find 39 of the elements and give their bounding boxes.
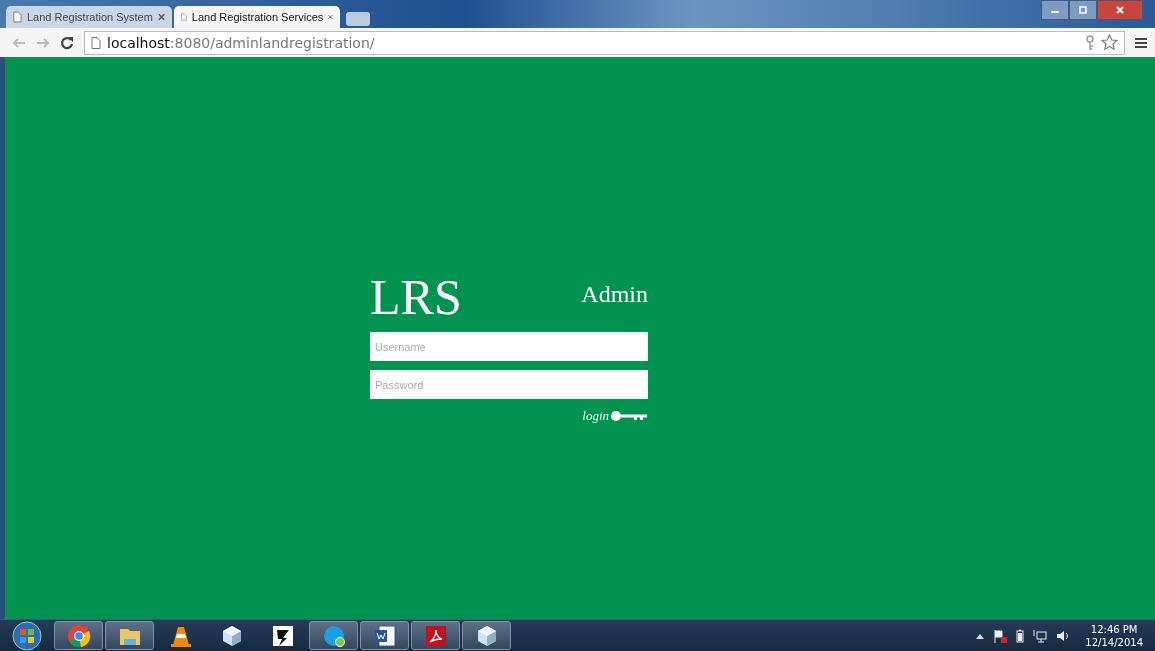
menu-icon[interactable]: [1135, 36, 1147, 49]
password-field[interactable]: Password: [370, 370, 648, 399]
taskbar-app[interactable]: [360, 621, 409, 650]
browser-tab[interactable]: Land Registration Services: [174, 6, 340, 28]
restore-button[interactable]: [1069, 0, 1097, 20]
star-icon[interactable]: [1101, 34, 1118, 51]
key-icon[interactable]: [610, 410, 648, 422]
url-text: localhost:8080/adminlandregistration/: [107, 34, 376, 51]
network-icon[interactable]: [1033, 628, 1048, 643]
close-icon[interactable]: [328, 13, 333, 21]
battery-icon[interactable]: [1016, 628, 1025, 643]
show-hidden-icons-icon[interactable]: [976, 632, 985, 639]
bolt-icon: [270, 623, 295, 648]
page-icon: [181, 11, 187, 23]
browser-icon: [66, 623, 91, 648]
minimize-button[interactable]: [1041, 0, 1069, 20]
pdf-icon: [423, 623, 448, 648]
flag-icon[interactable]: [993, 628, 1008, 643]
start-button[interactable]: [12, 620, 42, 651]
taskbar-app[interactable]: [462, 621, 511, 650]
speaker-icon[interactable]: [1056, 628, 1071, 643]
restore-icon: [1078, 5, 1088, 15]
page-icon: [91, 36, 101, 49]
page-icon: [13, 11, 22, 23]
reload-icon[interactable]: [60, 35, 74, 50]
address-bar[interactable]: localhost:8080/adminlandregistration/: [84, 30, 1125, 55]
clock-date[interactable]: 12/14/2014: [1085, 635, 1143, 649]
username-field[interactable]: Username: [370, 332, 648, 361]
close-window-button[interactable]: [1097, 0, 1143, 20]
role-label: Admin: [581, 280, 648, 309]
browser-tab[interactable]: Land Registration System: [6, 6, 172, 28]
taskbar-app[interactable]: [411, 621, 460, 650]
document-icon: [372, 623, 397, 648]
clock-time[interactable]: 12:46 PM: [1090, 622, 1138, 636]
close-icon[interactable]: [157, 13, 165, 21]
key-icon[interactable]: [1085, 34, 1095, 51]
logo-text: LRS: [370, 271, 462, 323]
close-icon: [1115, 5, 1125, 15]
login-link[interactable]: login: [582, 408, 609, 424]
